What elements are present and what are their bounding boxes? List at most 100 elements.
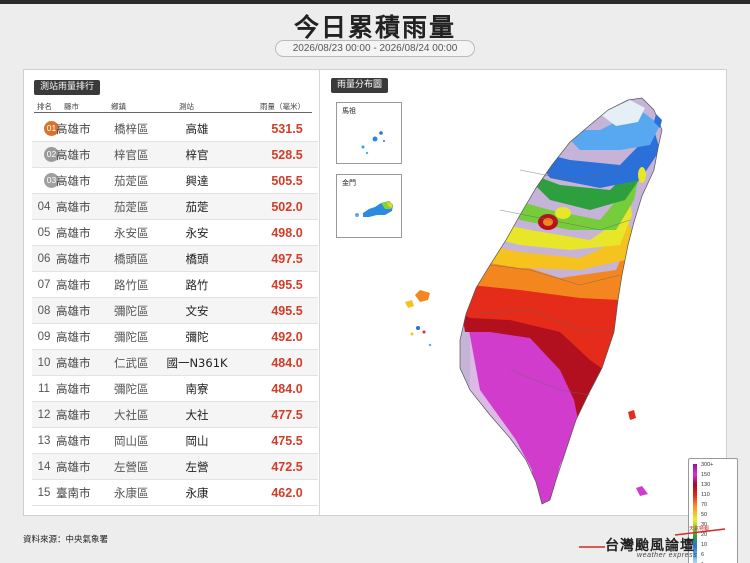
- rainfall-value: 495.5: [271, 278, 303, 292]
- city: 高雄市: [56, 252, 91, 266]
- rainfall-value: 472.5: [271, 460, 303, 474]
- rainfall-value: 492.0: [271, 330, 303, 344]
- rainfall-value: 484.0: [271, 356, 303, 370]
- rank-number: 11: [38, 383, 50, 395]
- station: 橋頭: [185, 252, 209, 266]
- ranking-tag: 測站雨量排行: [34, 80, 101, 95]
- town: 彌陀區: [114, 330, 149, 344]
- rank-number: 04: [37, 201, 51, 213]
- rainfall-value: 528.5: [271, 148, 303, 162]
- city: 高雄市: [56, 330, 91, 344]
- ranking-row: 04 高雄市 茄萣區 茄萣 502.0: [32, 194, 318, 220]
- ranking-table-body: 01 高雄市 橋梓區 高雄 531.5 02 高雄市 梓官區 梓官 528.5 03 高雄市 茄萣區 興達…: [32, 116, 318, 506]
- town: 梓官區: [114, 148, 149, 162]
- rank-number: 15: [37, 487, 51, 499]
- town: 永安區: [114, 226, 149, 240]
- rank-number: 14: [37, 461, 51, 473]
- brand-badge: 天氣特報: [689, 526, 710, 532]
- station: 梓官: [185, 148, 209, 162]
- station: 大社: [185, 408, 209, 422]
- town: 路竹區: [114, 278, 149, 292]
- town: 橋梓區: [114, 122, 149, 136]
- city: 臺南市: [56, 486, 91, 500]
- city: 高雄市: [56, 148, 91, 162]
- station: 永安: [185, 226, 209, 240]
- rainfall-value: 484.0: [271, 382, 303, 396]
- rank-number: 07: [37, 279, 51, 291]
- ranking-row: 09 高雄市 彌陀區 彌陀 492.0: [32, 324, 318, 350]
- ranking-row: 01 高雄市 橋梓區 高雄 531.5: [32, 116, 318, 142]
- town: 茄萣區: [114, 200, 149, 214]
- rainfall-value: 475.5: [271, 434, 303, 448]
- city: 高雄市: [56, 200, 91, 214]
- legend-label: 110: [701, 492, 710, 498]
- page-title: 今日累積雨量: [293, 13, 456, 42]
- rainfall-value: 502.0: [271, 200, 303, 214]
- town: 彌陀區: [114, 382, 149, 396]
- station: 南寮: [185, 382, 209, 396]
- legend-label: 70: [701, 502, 708, 508]
- col-rank: 排名: [37, 102, 52, 111]
- rainfall-value: 531.5: [271, 122, 303, 136]
- city: 高雄市: [56, 434, 91, 448]
- ranking-row: 05 高雄市 永安區 永安 498.0: [32, 220, 318, 246]
- ranking-row: 08 高雄市 彌陀區 文安 495.5: [32, 298, 318, 324]
- rainfall-value: 477.5: [271, 408, 303, 422]
- ranking-row: 11 高雄市 彌陀區 南寮 484.0: [32, 376, 318, 402]
- ranking-row: 03 高雄市 茄萣區 興達 505.5: [32, 168, 318, 194]
- rank-number: 12: [37, 409, 51, 421]
- ranking-row: 10 高雄市 仁武區 國一N361K 484.0: [32, 350, 318, 376]
- town: 橋頭區: [114, 252, 149, 266]
- town: 彌陀區: [114, 304, 149, 318]
- rainfall-map: [405, 97, 663, 505]
- station: 路竹: [185, 278, 209, 292]
- col-town: 鄉鎮: [111, 102, 126, 111]
- ranking-row: 13 高雄市 岡山區 岡山 475.5: [32, 428, 318, 454]
- town: 永康區: [114, 486, 149, 500]
- rainfall-value: 505.5: [271, 174, 303, 188]
- rainfall-value: 497.5: [271, 252, 303, 266]
- brand-logo: 台灣颱風論壇 weather express 天氣特報: [575, 523, 735, 559]
- station: 茄萣: [185, 200, 209, 214]
- city: 高雄市: [56, 460, 91, 474]
- city: 高雄市: [56, 226, 91, 240]
- legend-label: 300+: [701, 462, 714, 468]
- station: 高雄: [185, 122, 209, 136]
- station: 國一N361K: [166, 356, 228, 370]
- ranking-row: 15 臺南市 永康區 永康 462.0: [32, 480, 318, 506]
- legend-label: 50: [701, 512, 708, 518]
- rank-number: 09: [37, 331, 51, 343]
- col-city: 縣市: [64, 102, 79, 111]
- top-bar: [0, 0, 750, 4]
- legend-label: 130: [701, 482, 711, 488]
- town: 大社區: [114, 408, 149, 422]
- rank-number: 06: [37, 253, 51, 265]
- ranking-row: 02 高雄市 梓官區 梓官 528.5: [32, 142, 318, 168]
- ranking-table-header: 排名 縣市 鄉鎮 測站 雨量（毫米）: [34, 99, 312, 113]
- station: 文安: [185, 304, 209, 318]
- city: 高雄市: [56, 174, 91, 188]
- rank-number: 08: [37, 305, 51, 317]
- station: 永康: [185, 486, 209, 500]
- city: 高雄市: [56, 382, 91, 396]
- data-source: 資料來源：中央氣象署: [23, 535, 109, 545]
- legend-label: 150: [701, 472, 711, 478]
- rank-number: 13: [37, 435, 51, 447]
- col-station: 測站: [179, 102, 194, 111]
- col-value: 雨量（毫米）: [260, 102, 305, 111]
- city: 高雄市: [56, 278, 91, 292]
- station: 彌陀: [185, 330, 209, 344]
- city: 高雄市: [56, 122, 91, 136]
- station: 岡山: [185, 434, 209, 448]
- station: 左營: [185, 460, 209, 474]
- date-range: 2026/08/23 00:00 - 2026/08/24 00:00: [275, 40, 475, 57]
- town: 岡山區: [114, 434, 149, 448]
- rank-number: 05: [37, 227, 51, 239]
- city: 高雄市: [56, 304, 91, 318]
- rank-number: 10: [37, 357, 51, 369]
- city: 高雄市: [56, 356, 91, 370]
- town: 茄萣區: [114, 174, 149, 188]
- rainfall-value: 498.0: [271, 226, 303, 240]
- rainfall-value: 462.0: [271, 486, 303, 500]
- brand-subtitle: weather express: [637, 552, 698, 559]
